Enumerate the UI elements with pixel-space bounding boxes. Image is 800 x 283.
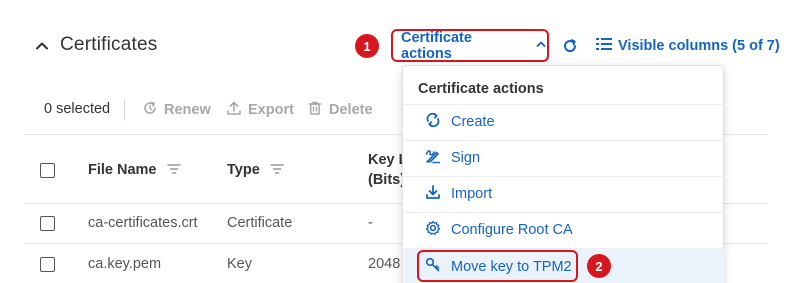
cell-key-length: - (368, 215, 373, 231)
columns-list-icon (596, 37, 618, 55)
select-all-checkbox[interactable] (40, 163, 55, 178)
renew-icon (142, 100, 164, 120)
cell-file-name: ca.key.pem (88, 256, 162, 272)
step-badge-2: 2 (587, 254, 611, 278)
trash-icon (307, 100, 329, 120)
column-header-label: File Name (88, 162, 157, 178)
menu-item-sign[interactable]: Sign (404, 140, 724, 176)
delete-label: Delete (329, 102, 373, 118)
menu-item-move-key-to-tpm2[interactable]: Move key to TPM2 (404, 249, 724, 283)
filter-icon[interactable] (270, 162, 284, 178)
upload-icon (226, 100, 248, 120)
refresh-icon[interactable] (561, 37, 579, 55)
certificate-actions-label: Certificate actions (401, 29, 472, 62)
column-header-file-name[interactable]: File Name (88, 162, 181, 178)
visible-columns-button[interactable]: Visible columns (5 of 7) (596, 37, 780, 55)
menu-item-create[interactable]: Create (404, 104, 724, 140)
cell-type: Key (227, 256, 252, 272)
menu-item-configure-root-ca[interactable]: Configure Root CA (404, 212, 724, 248)
signature-icon (425, 148, 451, 168)
toolbar-divider (124, 99, 125, 121)
selected-count: 0 selected (44, 101, 111, 117)
certificate-actions-menu: Certificate actions Create Sign Import C… (402, 65, 724, 283)
gear-icon (425, 220, 451, 240)
renew-button[interactable]: Renew (142, 100, 211, 120)
section-title: Certificates (60, 34, 158, 55)
download-icon (425, 184, 451, 204)
menu-item-label: Move key to TPM2 (451, 259, 572, 275)
menu-item-label: Create (451, 114, 495, 130)
menu-item-label: Sign (451, 150, 481, 166)
menu-item-label: Configure Root CA (451, 222, 573, 238)
chevron-up-icon (535, 38, 547, 54)
export-label: Export (248, 102, 294, 118)
export-button[interactable]: Export (226, 100, 294, 120)
column-header-type[interactable]: Type (227, 162, 284, 178)
column-header-label: Type (227, 162, 260, 178)
cell-type: Certificate (227, 215, 293, 231)
menu-title: Certificate actions (418, 81, 544, 97)
menu-item-import[interactable]: Import (404, 176, 724, 212)
certificate-actions-button[interactable]: Certificate actions (391, 29, 549, 62)
column-header-unit: (Bits) (368, 172, 406, 188)
visible-columns-label: Visible columns (5 of 7) (618, 38, 780, 54)
column-header-key-length-unit: (Bits) (368, 172, 405, 188)
row-checkbox[interactable] (40, 257, 55, 272)
filter-icon[interactable] (166, 162, 181, 178)
cell-key-length: 2048 (368, 256, 401, 272)
row-checkbox[interactable] (40, 216, 55, 231)
chevron-up-icon[interactable] (34, 38, 50, 54)
cell-file-name: ca-certificates.crt (88, 215, 198, 231)
menu-item-label: Import (451, 186, 493, 202)
step-badge-1: 1 (355, 34, 379, 58)
renew-label: Renew (164, 102, 211, 118)
delete-button[interactable]: Delete (307, 100, 373, 120)
refresh-arrows-icon (425, 112, 451, 132)
key-icon (425, 257, 451, 277)
